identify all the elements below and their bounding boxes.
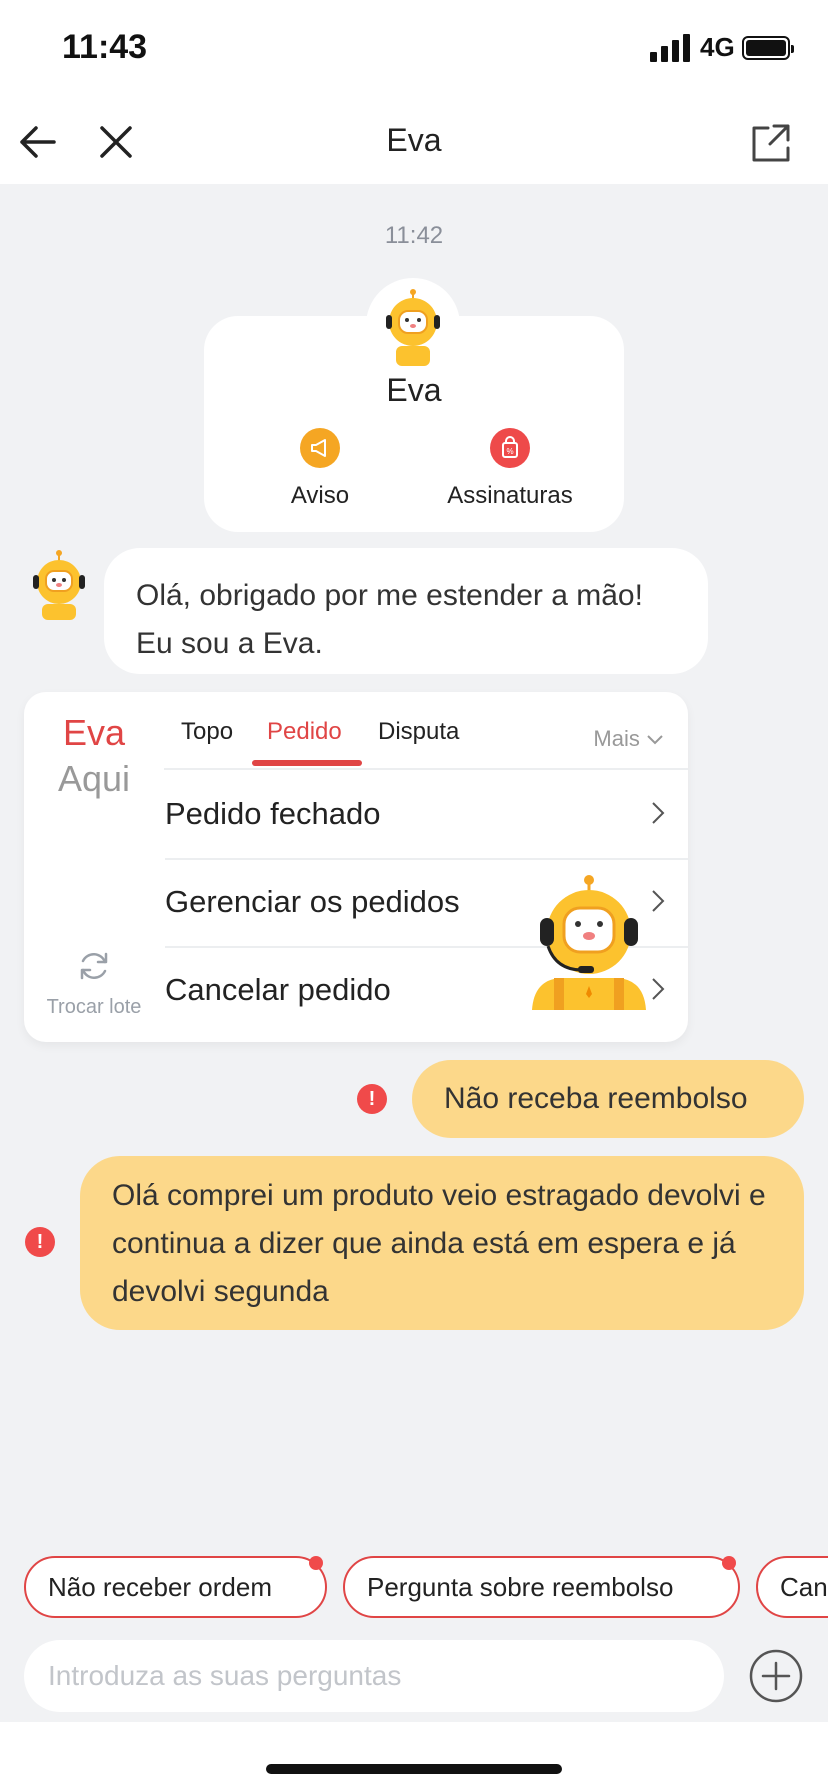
network-type: 4G bbox=[700, 32, 735, 62]
nav-bar: Eva bbox=[0, 100, 828, 184]
refresh-icon[interactable] bbox=[76, 948, 112, 984]
status-time: 11:43 bbox=[62, 28, 148, 66]
more-label: Mais bbox=[593, 726, 640, 751]
list-item-label: Gerenciar os pedidos bbox=[165, 884, 460, 919]
list-item-label: Pedido fechado bbox=[165, 796, 381, 831]
suggestion-chips: Não receber ordem Pergunta sobre reembol… bbox=[0, 1556, 828, 1622]
status-bar: 11:43 4G bbox=[0, 0, 828, 100]
faq-panel: Eva Aqui Trocar lote Topo Pedido Disputa… bbox=[24, 692, 688, 1042]
tab-pedido[interactable]: Pedido bbox=[267, 718, 342, 746]
suggestion-chip[interactable]: Pergunta sobre reembolso bbox=[343, 1556, 740, 1618]
assinaturas-button[interactable]: % Assinaturas bbox=[420, 428, 600, 510]
battery-icon bbox=[742, 36, 794, 60]
bot-name: Eva bbox=[386, 372, 442, 408]
list-item-label: Cancelar pedido bbox=[165, 972, 391, 1007]
tab-active-indicator bbox=[252, 760, 362, 766]
list-item-pedido-fechado[interactable]: Pedido fechado bbox=[165, 770, 688, 860]
notification-dot bbox=[309, 1556, 323, 1570]
suggestion-label: Can bbox=[780, 1572, 828, 1602]
suggestion-chip[interactable]: Can bbox=[756, 1556, 828, 1618]
panel-brand-subtitle: Aqui bbox=[57, 758, 131, 799]
page-title: Eva bbox=[386, 122, 442, 158]
refresh-label[interactable]: Trocar lote bbox=[24, 996, 164, 1019]
megaphone-icon bbox=[300, 428, 340, 468]
suggestion-label: Não receber ordem bbox=[48, 1572, 272, 1602]
suggestion-chip[interactable]: Não receber ordem bbox=[24, 1556, 327, 1618]
error-icon[interactable]: ! bbox=[357, 1084, 387, 1114]
aviso-button[interactable]: Aviso bbox=[240, 428, 400, 510]
question-input[interactable]: Introduza as suas perguntas bbox=[24, 1640, 724, 1712]
notification-dot bbox=[722, 1556, 736, 1570]
bottom-safe-area bbox=[0, 1722, 828, 1792]
chevron-right-icon bbox=[652, 802, 665, 824]
assinaturas-label: Assinaturas bbox=[447, 482, 573, 509]
signal-icon bbox=[650, 34, 690, 62]
more-dropdown[interactable]: Mais bbox=[593, 726, 664, 752]
chevron-right-icon bbox=[652, 890, 665, 912]
chevron-right-icon bbox=[652, 978, 665, 1000]
add-icon[interactable] bbox=[748, 1648, 804, 1704]
bot-avatar bbox=[33, 550, 85, 620]
robot-mascot-icon bbox=[532, 875, 646, 1010]
shopping-bag-icon: % bbox=[490, 428, 530, 468]
error-icon[interactable]: ! bbox=[25, 1227, 55, 1257]
bot-message: Olá, obrigado por me estender a mão! Eu … bbox=[104, 548, 708, 674]
suggestion-label: Pergunta sobre reembolso bbox=[367, 1572, 674, 1602]
home-indicator bbox=[266, 1764, 562, 1774]
panel-brand-title: Eva bbox=[62, 712, 126, 753]
svg-text:%: % bbox=[506, 447, 513, 456]
tab-topo[interactable]: Topo bbox=[181, 718, 233, 746]
bot-avatar-large bbox=[366, 278, 460, 372]
user-message: Não receba reembolso bbox=[412, 1060, 804, 1138]
chevron-down-icon bbox=[647, 735, 663, 745]
share-icon[interactable] bbox=[748, 118, 796, 166]
aviso-label: Aviso bbox=[290, 482, 350, 509]
user-message: Olá comprei um produto veio estragado de… bbox=[80, 1156, 804, 1330]
tab-disputa[interactable]: Disputa bbox=[378, 718, 459, 746]
chat-timestamp: 11:42 bbox=[384, 222, 444, 249]
